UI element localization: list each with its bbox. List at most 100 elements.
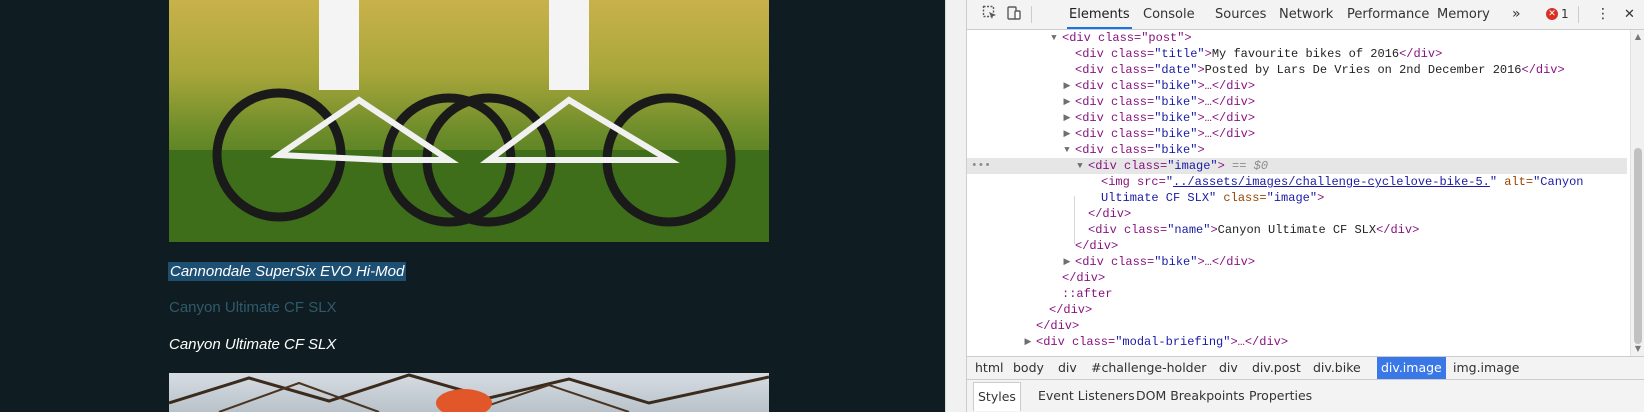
dom-node-date[interactable]: <div class="date">Posted by Lars De Vrie… bbox=[967, 62, 1627, 78]
collapsed-triangle-icon[interactable]: ▶ bbox=[1062, 254, 1072, 270]
dom-node-img-cont[interactable]: Ultimate CF SLX" class="image"> bbox=[967, 190, 1627, 206]
tag-open: <div class= bbox=[1075, 47, 1155, 61]
tab-sources[interactable]: Sources bbox=[1213, 0, 1268, 29]
bike-illustration bbox=[169, 0, 769, 242]
devtools-panel: Elements Console Sources Network Perform… bbox=[966, 0, 1644, 412]
device-toolbar-icon[interactable] bbox=[1005, 5, 1023, 23]
tag-open: <div class= bbox=[1075, 95, 1155, 109]
img-src-link[interactable]: ../assets/images/challenge-cyclelove-bik… bbox=[1173, 175, 1490, 189]
toolbar-separator bbox=[1031, 6, 1032, 23]
collapsed-triangle-icon[interactable]: ▶ bbox=[1062, 78, 1072, 94]
tag-close: >…</div> bbox=[1230, 335, 1289, 349]
collapsed-triangle-icon[interactable]: ▶ bbox=[1062, 94, 1072, 110]
tab-elements[interactable]: Elements bbox=[1067, 0, 1132, 29]
breadcrumb-div-bike[interactable]: div.bike bbox=[1309, 357, 1365, 379]
more-tabs-button[interactable]: » bbox=[1510, 0, 1523, 29]
collapsed-triangle-icon[interactable]: ▶ bbox=[1062, 126, 1072, 142]
dom-tree: ▼ <div class="post"> <div class="title">… bbox=[967, 30, 1627, 356]
tab-performance[interactable]: Performance bbox=[1345, 0, 1431, 29]
dom-node-title[interactable]: <div class="title">My favourite bikes of… bbox=[967, 46, 1627, 62]
dom-node-bike-4[interactable]: ▶ <div class="bike">…</div> bbox=[967, 126, 1627, 142]
tab-styles[interactable]: Styles bbox=[973, 382, 1021, 411]
tag-open: <div class= bbox=[1088, 159, 1168, 173]
breadcrumb-body[interactable]: body bbox=[1009, 357, 1048, 379]
dom-node-bike-6[interactable]: ▶ <div class="bike">…</div> bbox=[967, 254, 1627, 270]
dom-node-bike-2[interactable]: ▶ <div class="bike">…</div> bbox=[967, 94, 1627, 110]
alt-value-cont: Ultimate CF SLX" bbox=[1101, 191, 1217, 205]
dom-node-bike-5-close[interactable]: </div> bbox=[967, 238, 1627, 254]
dom-node-image-close[interactable]: </div> bbox=[967, 206, 1627, 222]
tag-close: >…</div> bbox=[1197, 95, 1256, 109]
tab-dom-breakpoints[interactable]: DOM Breakpoints bbox=[1132, 382, 1249, 410]
error-icon[interactable]: ✕ bbox=[1546, 8, 1558, 20]
attr-value: "image" bbox=[1167, 159, 1218, 173]
dom-node-bike-5[interactable]: ▼ <div class="bike"> bbox=[967, 142, 1627, 158]
scroll-up-icon[interactable]: ▲ bbox=[1633, 32, 1643, 42]
devtools-menu-icon[interactable]: ⋮ bbox=[1594, 0, 1612, 29]
attr-value: "name" bbox=[1167, 223, 1211, 237]
dom-node-modal-briefing[interactable]: ▶ <div class="modal-briefing">…</div> bbox=[967, 334, 1627, 350]
tag-bracket: > bbox=[1210, 223, 1218, 237]
inspect-element-icon[interactable] bbox=[981, 5, 999, 23]
scroll-down-icon[interactable]: ▼ bbox=[1633, 344, 1643, 354]
tab-console[interactable]: Console bbox=[1141, 0, 1197, 29]
dom-node-post-close[interactable]: </div> bbox=[967, 270, 1627, 286]
after-pseudo: ::after bbox=[1062, 287, 1113, 301]
dom-node-bike-3[interactable]: ▶ <div class="bike">…</div> bbox=[967, 110, 1627, 126]
selected-node-marker: == $0 bbox=[1232, 159, 1269, 173]
tag-open: <div class= bbox=[1075, 143, 1155, 157]
dom-node-name[interactable]: <div class="name">Canyon Ultimate CF SLX… bbox=[967, 222, 1627, 238]
tag-open: <div class= bbox=[1036, 335, 1116, 349]
tag-open: <img src= bbox=[1101, 175, 1166, 189]
tag-close: </div> bbox=[1088, 207, 1132, 221]
tab-event-listeners[interactable]: Event Listeners bbox=[1034, 382, 1139, 410]
breadcrumb-div[interactable]: div bbox=[1054, 357, 1081, 379]
dom-node-bike-1[interactable]: ▶ <div class="bike">…</div> bbox=[967, 78, 1627, 94]
tab-network[interactable]: Network bbox=[1277, 0, 1335, 29]
breadcrumb-div-2[interactable]: div bbox=[1215, 357, 1242, 379]
dom-tree-scrollbar[interactable]: ▲ ▼ bbox=[1630, 30, 1644, 356]
expand-triangle-icon[interactable]: ▼ bbox=[1062, 142, 1072, 158]
attr-value: "bike" bbox=[1154, 255, 1198, 269]
tag-open: <div class= bbox=[1075, 111, 1155, 125]
error-count[interactable]: 1 bbox=[1561, 0, 1569, 29]
tab-memory[interactable]: Memory bbox=[1435, 0, 1492, 29]
devtools-toolbar: Elements Console Sources Network Perform… bbox=[967, 0, 1644, 30]
tag-close: </div> bbox=[1036, 319, 1080, 333]
tag-close: </div> bbox=[1521, 63, 1565, 77]
dom-node-after[interactable]: ::after bbox=[967, 286, 1627, 302]
cyclist-photo-2 bbox=[169, 373, 769, 412]
dom-node-div-close[interactable]: </div> bbox=[967, 302, 1627, 318]
close-devtools-icon[interactable]: ✕ bbox=[1622, 0, 1637, 29]
tab-properties[interactable]: Properties bbox=[1245, 382, 1316, 410]
tag-bracket: > bbox=[1317, 191, 1325, 205]
scroll-thumb[interactable] bbox=[1634, 148, 1642, 344]
expand-triangle-icon[interactable]: ▼ bbox=[1075, 158, 1085, 174]
dom-node-post[interactable]: ▼ <div class="post"> bbox=[967, 30, 1627, 46]
breadcrumb-challenge-holder[interactable]: #challenge-holder bbox=[1087, 357, 1210, 379]
breadcrumb-div-post[interactable]: div.post bbox=[1248, 357, 1305, 379]
attr-value: "bike" bbox=[1154, 127, 1198, 141]
title-text: My favourite bikes of 2016 bbox=[1211, 47, 1400, 61]
cyclists-bike-photo bbox=[169, 0, 769, 242]
tag-open: <div class= bbox=[1075, 127, 1155, 141]
tag-bracket: > bbox=[1197, 63, 1205, 77]
attr-value: "bike" bbox=[1154, 111, 1198, 125]
breadcrumb-img-image[interactable]: img.image bbox=[1449, 357, 1524, 379]
styles-subtabs: Styles Event Listeners DOM Breakpoints P… bbox=[967, 380, 1644, 412]
class-value: "image" bbox=[1266, 191, 1318, 205]
dom-node-div-close-2[interactable]: </div> bbox=[967, 318, 1627, 334]
tag-close: </div> bbox=[1376, 223, 1420, 237]
collapsed-triangle-icon[interactable]: ▶ bbox=[1062, 110, 1072, 126]
dom-node-image-selected[interactable]: ••• ▼ <div class="image"> == $0 bbox=[967, 158, 1627, 174]
expand-triangle-icon[interactable]: ▼ bbox=[1049, 30, 1059, 46]
date-text: Posted by Lars De Vries on 2nd December … bbox=[1204, 63, 1522, 77]
collapsed-triangle-icon[interactable]: ▶ bbox=[1023, 334, 1033, 350]
more-options-dots[interactable]: ••• bbox=[971, 158, 991, 174]
dom-node-img[interactable]: <img src="../assets/images/challenge-cyc… bbox=[967, 174, 1627, 190]
breadcrumb-div-image[interactable]: div.image bbox=[1377, 357, 1446, 379]
breadcrumb-html[interactable]: html bbox=[971, 357, 1007, 379]
post-tag: <div class="post"> bbox=[1062, 31, 1192, 45]
tag-bracket: > bbox=[1204, 47, 1212, 61]
tag-close: </div> bbox=[1399, 47, 1443, 61]
